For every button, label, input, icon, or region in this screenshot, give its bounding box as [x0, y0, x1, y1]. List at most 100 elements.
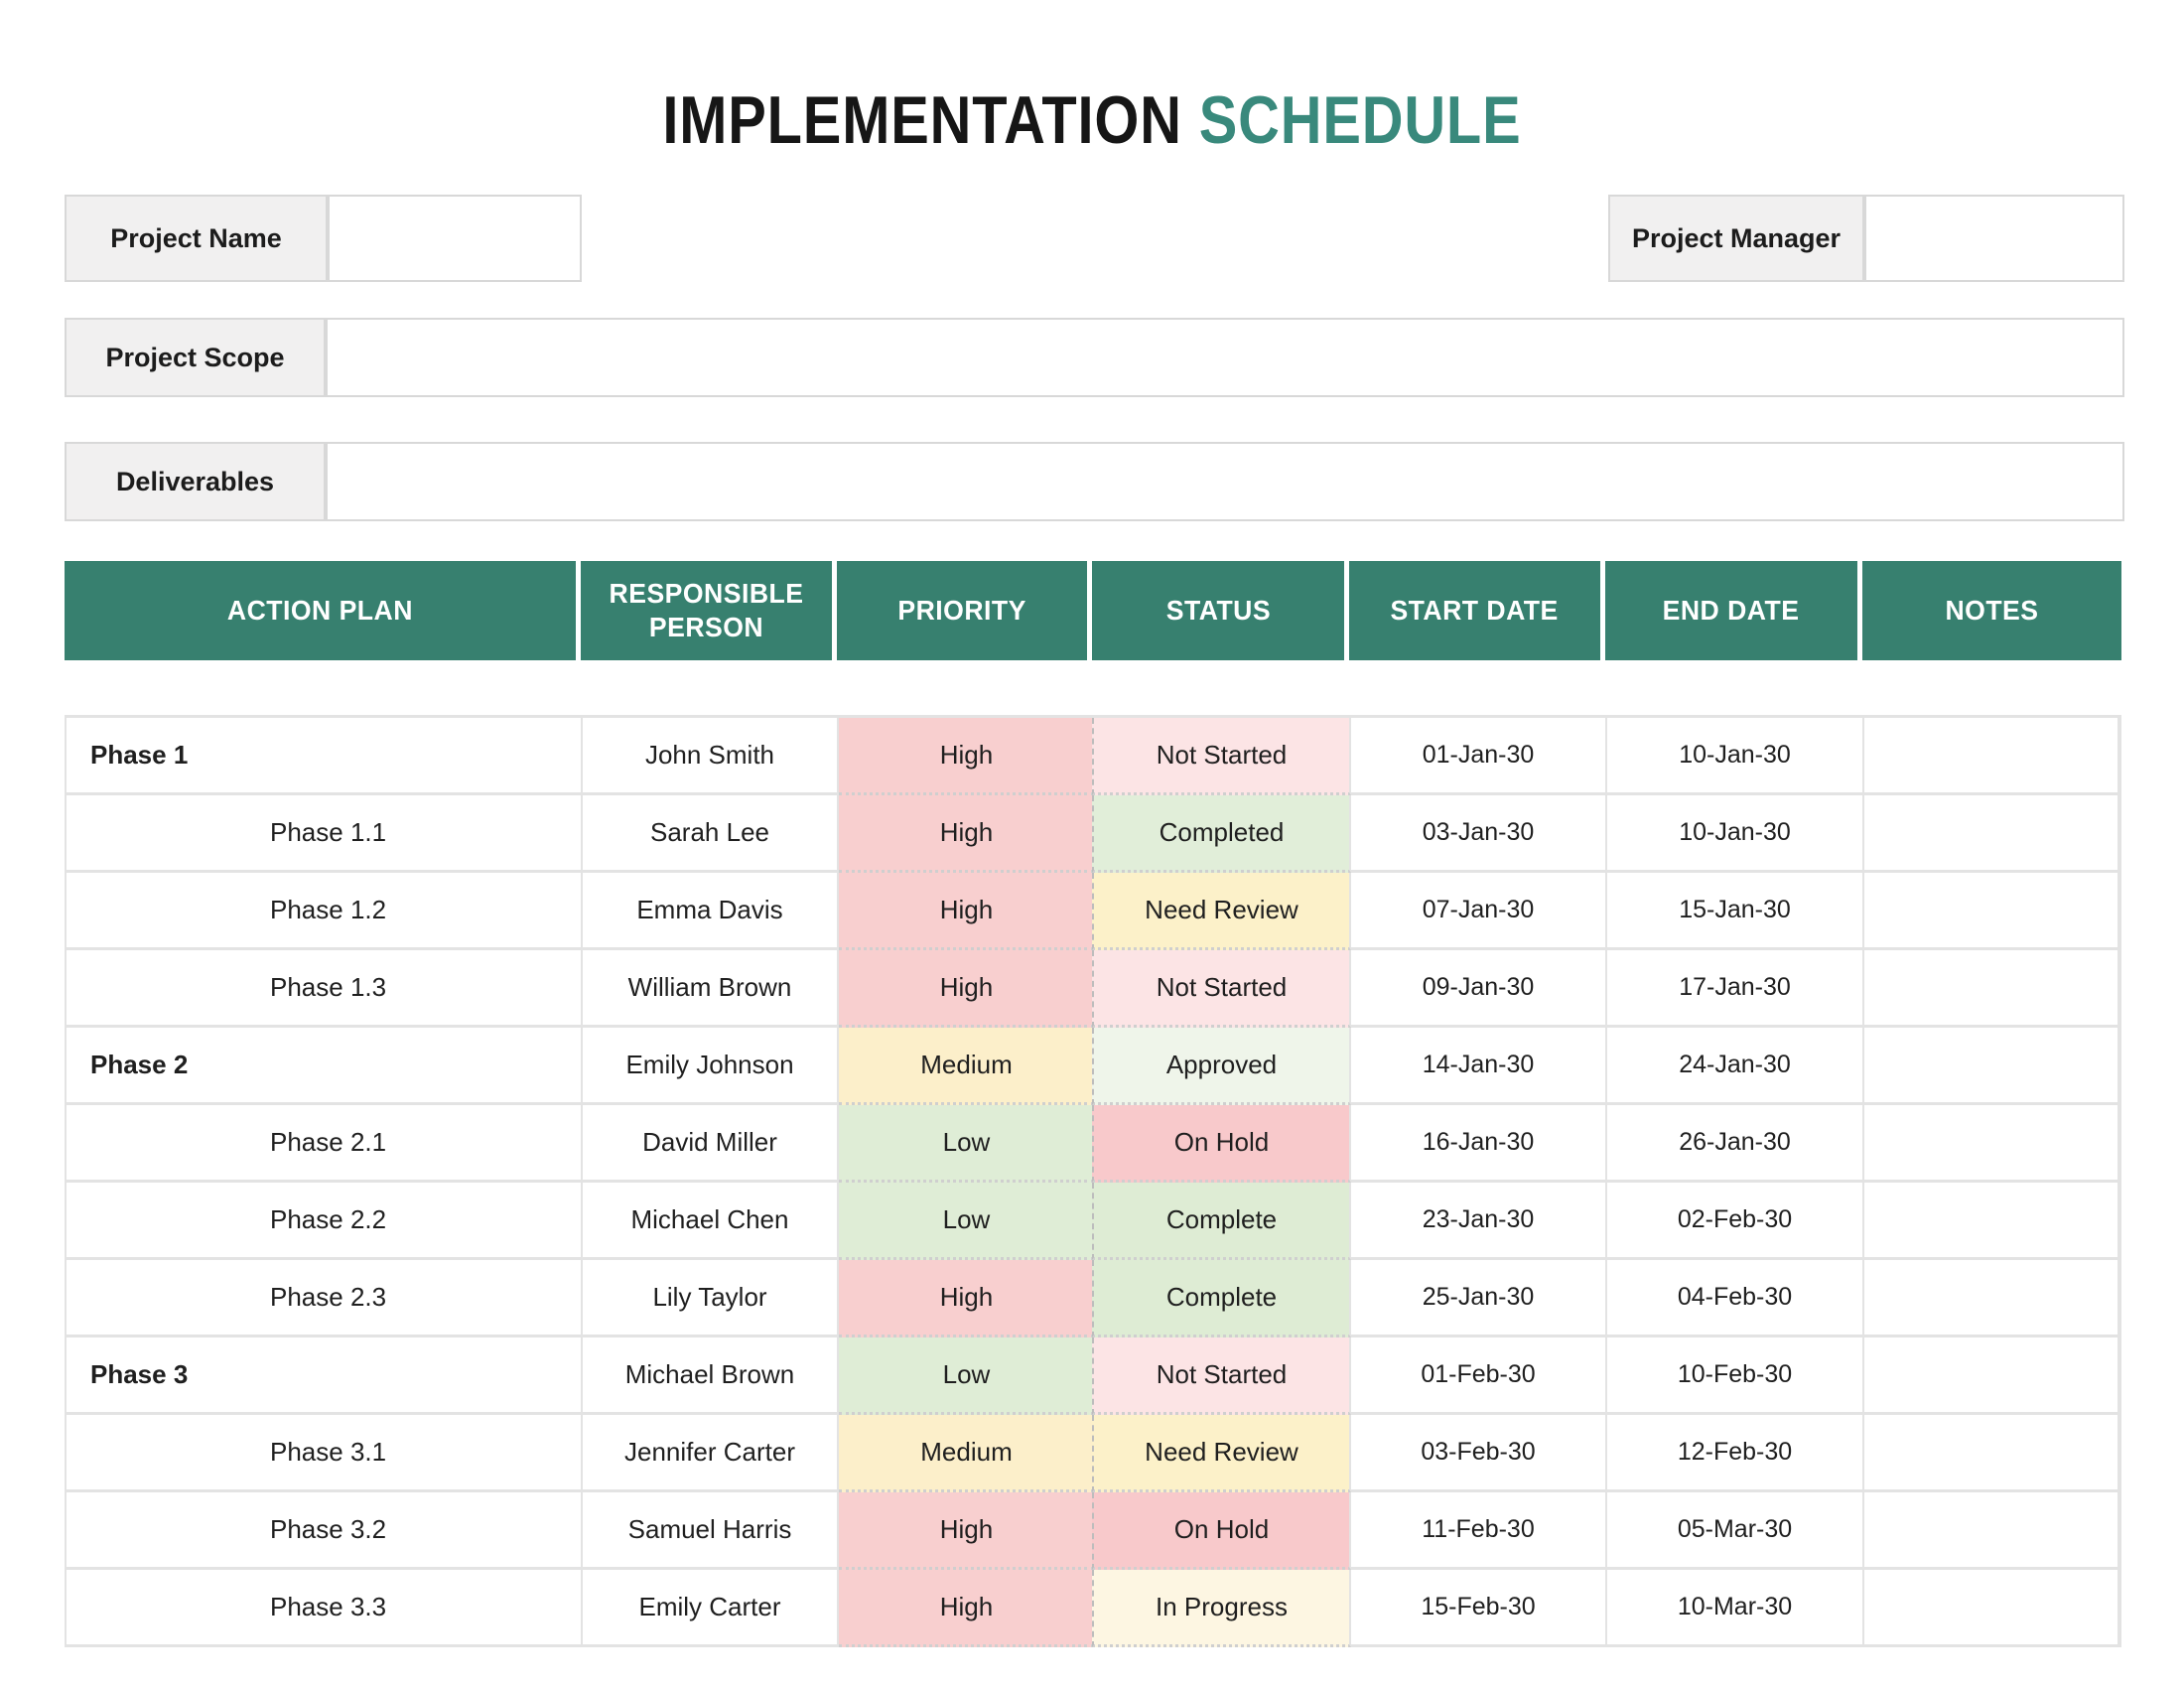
notes-cell[interactable]: [1864, 795, 2119, 873]
responsible-person-cell[interactable]: William Brown: [583, 950, 839, 1028]
end-date-cell[interactable]: 10-Jan-30: [1607, 795, 1864, 873]
responsible-person-cell[interactable]: Emily Carter: [583, 1570, 839, 1647]
responsible-person-cell[interactable]: Michael Chen: [583, 1183, 839, 1260]
start-date-cell[interactable]: 03-Jan-30: [1351, 795, 1607, 873]
status-cell[interactable]: Approved: [1092, 1028, 1351, 1105]
action-plan-cell[interactable]: Phase 3.1: [67, 1415, 583, 1492]
end-date-cell[interactable]: 05-Mar-30: [1607, 1492, 1864, 1570]
status-cell[interactable]: Not Started: [1092, 718, 1351, 795]
status-cell[interactable]: Not Started: [1092, 1337, 1351, 1415]
priority-cell[interactable]: High: [839, 1260, 1094, 1337]
notes-cell[interactable]: [1864, 1028, 2119, 1105]
action-plan-cell[interactable]: Phase 2.1: [67, 1105, 583, 1183]
start-date-cell[interactable]: 11-Feb-30: [1351, 1492, 1607, 1570]
action-plan-cell[interactable]: Phase 1.1: [67, 795, 583, 873]
status-cell[interactable]: Need Review: [1092, 1415, 1351, 1492]
status-cell[interactable]: Need Review: [1092, 873, 1351, 950]
start-date-cell[interactable]: 23-Jan-30: [1351, 1183, 1607, 1260]
action-plan-cell[interactable]: Phase 2: [67, 1028, 583, 1105]
start-date-cell[interactable]: 01-Jan-30: [1351, 718, 1607, 795]
notes-cell[interactable]: [1864, 1105, 2119, 1183]
notes-cell[interactable]: [1864, 1260, 2119, 1337]
deliverables-input[interactable]: [326, 442, 2124, 521]
project-scope-label: Project Scope: [65, 318, 326, 397]
priority-cell[interactable]: Medium: [839, 1415, 1094, 1492]
end-date-cell[interactable]: 17-Jan-30: [1607, 950, 1864, 1028]
action-plan-cell[interactable]: Phase 1.3: [67, 950, 583, 1028]
table-row: Phase 2.1David MillerLowOn Hold16-Jan-30…: [67, 1105, 2119, 1183]
implementation-schedule-page: IMPLEMENTATION SCHEDULE Project Name Pro…: [0, 0, 2184, 1688]
end-date-cell[interactable]: 10-Feb-30: [1607, 1337, 1864, 1415]
start-date-cell[interactable]: 15-Feb-30: [1351, 1570, 1607, 1647]
status-cell[interactable]: Complete: [1092, 1260, 1351, 1337]
status-cell[interactable]: Completed: [1092, 795, 1351, 873]
start-date-cell[interactable]: 07-Jan-30: [1351, 873, 1607, 950]
priority-cell[interactable]: High: [839, 1570, 1094, 1647]
responsible-person-cell[interactable]: Jennifer Carter: [583, 1415, 839, 1492]
priority-cell[interactable]: Medium: [839, 1028, 1094, 1105]
table-row: Phase 2Emily JohnsonMediumApproved14-Jan…: [67, 1028, 2119, 1105]
table-row: Phase 3.1Jennifer CarterMediumNeed Revie…: [67, 1415, 2119, 1492]
responsible-person-cell[interactable]: John Smith: [583, 718, 839, 795]
notes-cell[interactable]: [1864, 1183, 2119, 1260]
responsible-person-cell[interactable]: Michael Brown: [583, 1337, 839, 1415]
priority-cell[interactable]: Low: [839, 1337, 1094, 1415]
start-date-cell[interactable]: 01-Feb-30: [1351, 1337, 1607, 1415]
priority-cell[interactable]: High: [839, 950, 1094, 1028]
table-row: Phase 3.3Emily CarterHighIn Progress15-F…: [67, 1570, 2119, 1647]
end-date-cell[interactable]: 10-Jan-30: [1607, 718, 1864, 795]
end-date-cell[interactable]: 12-Feb-30: [1607, 1415, 1864, 1492]
start-date-cell[interactable]: 03-Feb-30: [1351, 1415, 1607, 1492]
notes-cell[interactable]: [1864, 718, 2119, 795]
notes-cell[interactable]: [1864, 1570, 2119, 1647]
status-cell[interactable]: On Hold: [1092, 1105, 1351, 1183]
status-cell[interactable]: In Progress: [1092, 1570, 1351, 1647]
notes-cell[interactable]: [1864, 873, 2119, 950]
responsible-person-cell[interactable]: Emma Davis: [583, 873, 839, 950]
status-cell[interactable]: Not Started: [1092, 950, 1351, 1028]
start-date-cell[interactable]: 09-Jan-30: [1351, 950, 1607, 1028]
priority-cell[interactable]: Low: [839, 1105, 1094, 1183]
project-scope-input[interactable]: [326, 318, 2124, 397]
responsible-person-cell[interactable]: Lily Taylor: [583, 1260, 839, 1337]
header-status: STATUS: [1092, 561, 1349, 660]
end-date-cell[interactable]: 24-Jan-30: [1607, 1028, 1864, 1105]
table-row: Phase 1.3William BrownHighNot Started09-…: [67, 950, 2119, 1028]
table-row: Phase 3.2Samuel HarrisHighOn Hold11-Feb-…: [67, 1492, 2119, 1570]
start-date-cell[interactable]: 14-Jan-30: [1351, 1028, 1607, 1105]
priority-cell[interactable]: High: [839, 718, 1094, 795]
status-cell[interactable]: Complete: [1092, 1183, 1351, 1260]
priority-cell[interactable]: High: [839, 1492, 1094, 1570]
title-main: IMPLEMENTATION: [662, 82, 1181, 158]
priority-cell[interactable]: Low: [839, 1183, 1094, 1260]
end-date-cell[interactable]: 02-Feb-30: [1607, 1183, 1864, 1260]
action-plan-cell[interactable]: Phase 3.2: [67, 1492, 583, 1570]
action-plan-cell[interactable]: Phase 2.3: [67, 1260, 583, 1337]
action-plan-cell[interactable]: Phase 2.2: [67, 1183, 583, 1260]
notes-cell[interactable]: [1864, 1337, 2119, 1415]
header-priority: PRIORITY: [837, 561, 1092, 660]
responsible-person-cell[interactable]: David Miller: [583, 1105, 839, 1183]
end-date-cell[interactable]: 04-Feb-30: [1607, 1260, 1864, 1337]
end-date-cell[interactable]: 10-Mar-30: [1607, 1570, 1864, 1647]
action-plan-cell[interactable]: Phase 1: [67, 718, 583, 795]
start-date-cell[interactable]: 16-Jan-30: [1351, 1105, 1607, 1183]
responsible-person-cell[interactable]: Sarah Lee: [583, 795, 839, 873]
table-row: Phase 1John SmithHighNot Started01-Jan-3…: [67, 718, 2119, 795]
project-name-input[interactable]: [328, 195, 582, 282]
end-date-cell[interactable]: 15-Jan-30: [1607, 873, 1864, 950]
responsible-person-cell[interactable]: Emily Johnson: [583, 1028, 839, 1105]
responsible-person-cell[interactable]: Samuel Harris: [583, 1492, 839, 1570]
project-manager-input[interactable]: [1864, 195, 2124, 282]
start-date-cell[interactable]: 25-Jan-30: [1351, 1260, 1607, 1337]
notes-cell[interactable]: [1864, 1415, 2119, 1492]
notes-cell[interactable]: [1864, 1492, 2119, 1570]
action-plan-cell[interactable]: Phase 3.3: [67, 1570, 583, 1647]
status-cell[interactable]: On Hold: [1092, 1492, 1351, 1570]
priority-cell[interactable]: High: [839, 795, 1094, 873]
end-date-cell[interactable]: 26-Jan-30: [1607, 1105, 1864, 1183]
priority-cell[interactable]: High: [839, 873, 1094, 950]
action-plan-cell[interactable]: Phase 1.2: [67, 873, 583, 950]
notes-cell[interactable]: [1864, 950, 2119, 1028]
action-plan-cell[interactable]: Phase 3: [67, 1337, 583, 1415]
